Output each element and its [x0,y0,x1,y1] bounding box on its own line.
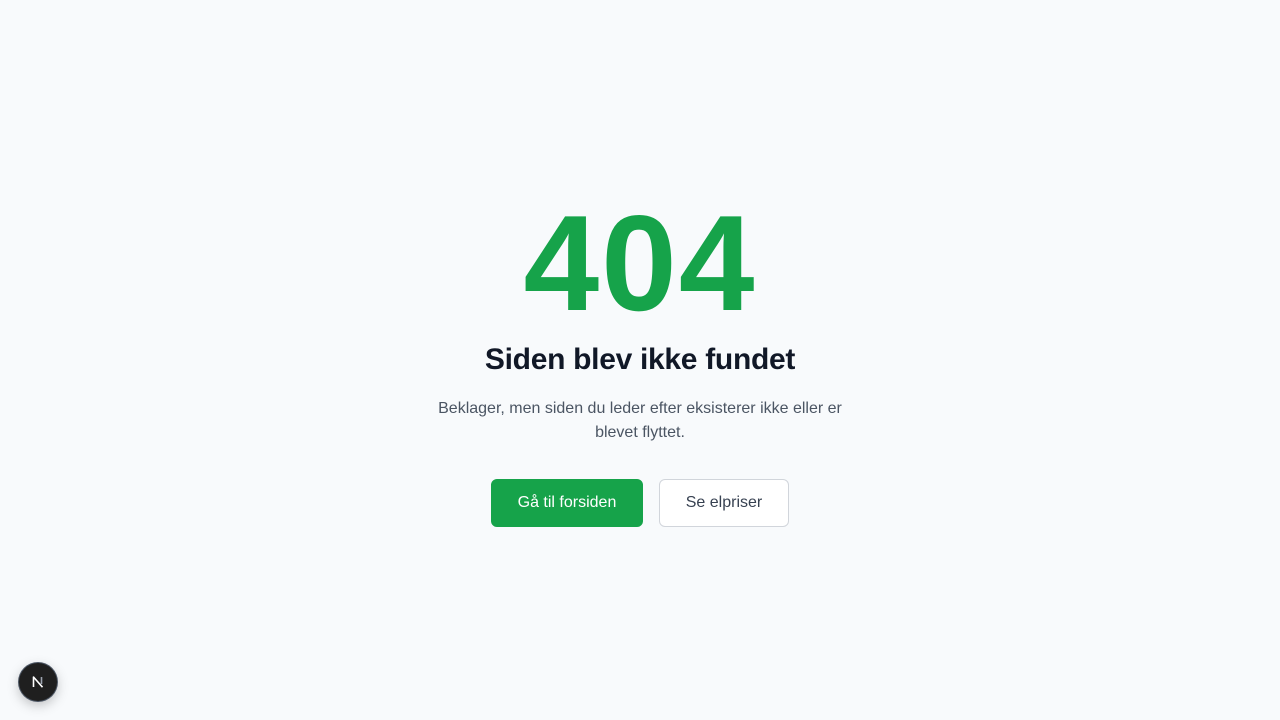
not-found-page: 404 Siden blev ikke fundet Beklager, men… [0,0,1280,720]
nextjs-dev-indicator[interactable] [19,663,57,701]
page-title: Siden blev ikke fundet [484,343,796,376]
action-buttons: Gå til forsiden Se elpriser [491,479,789,527]
error-description: Beklager, men siden du leder efter eksis… [438,400,842,441]
see-prices-button[interactable]: Se elpriser [659,479,789,527]
go-home-button[interactable]: Gå til forsiden [491,479,643,527]
nextjs-logo-icon [32,676,44,688]
not-found-content: 404 Siden blev ikke fundet Beklager, men… [0,195,1280,527]
error-code: 404 [523,187,757,339]
